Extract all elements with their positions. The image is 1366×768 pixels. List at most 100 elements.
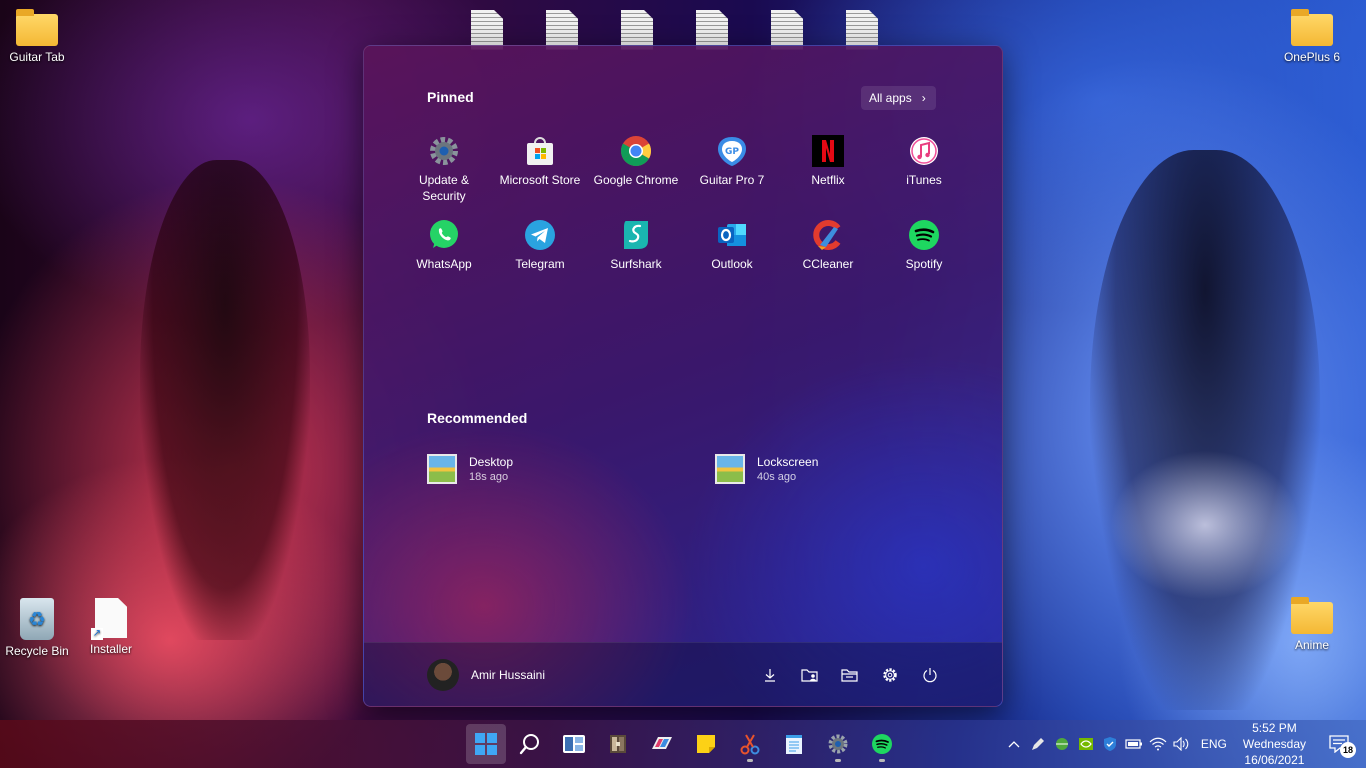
nvidia-icon[interactable] <box>1077 735 1095 753</box>
task-view-button[interactable] <box>554 724 594 764</box>
recommended-item-time: 40s ago <box>757 471 797 483</box>
settings-gear-icon[interactable] <box>880 665 900 685</box>
chevron-right-icon: › <box>921 91 926 105</box>
archive-app-icon <box>610 735 626 753</box>
spotify-icon <box>872 734 892 754</box>
desktop-icon-guitar-tab[interactable]: Guitar Tab <box>0 9 77 64</box>
desktop-text-file-icon[interactable] <box>822 10 902 50</box>
itunes-icon <box>907 134 941 168</box>
desktop-text-file-icon[interactable] <box>672 10 752 50</box>
start-button[interactable] <box>466 724 506 764</box>
pinned-app-whatsapp[interactable]: WhatsApp <box>396 218 492 290</box>
user-folder-icon[interactable] <box>800 665 820 685</box>
running-indicator <box>879 759 885 762</box>
taskbar-app-archive[interactable] <box>598 724 638 764</box>
clock[interactable]: 5:52 PM Wednesday 16/06/2021 <box>1243 720 1306 768</box>
pinned-app-outlook[interactable]: Outlook <box>684 218 780 290</box>
pinned-app-guitar-pro-7[interactable]: GP Guitar Pro 7 <box>684 134 780 206</box>
desktop-icon-recycle-bin[interactable]: ♻ Recycle Bin <box>0 598 77 658</box>
wifi-icon[interactable] <box>1149 735 1167 753</box>
taskbar: ENG 5:52 PM Wednesday 16/06/2021 18 <box>0 720 1366 768</box>
search-icon <box>519 734 539 755</box>
desktop-text-file-icon[interactable] <box>522 10 602 50</box>
folder-icon <box>16 9 58 46</box>
pinned-app-label: Google Chrome <box>593 173 679 187</box>
desktop-icon-anime[interactable]: Anime <box>1272 597 1352 652</box>
clock-time: 5:52 PM <box>1252 721 1297 735</box>
pinned-app-label: WhatsApp <box>416 257 472 271</box>
pinned-app-microsoft-store[interactable]: Microsoft Store <box>492 134 588 206</box>
recycle-bin-icon: ♻ <box>20 598 54 640</box>
input-language[interactable]: ENG <box>1201 737 1227 751</box>
pinned-app-label: CCleaner <box>802 257 854 271</box>
wallpaper-apron <box>1110 450 1300 600</box>
pinned-app-update-security[interactable]: Update & Security <box>396 134 492 206</box>
volume-icon[interactable] <box>1173 735 1191 753</box>
battery-icon[interactable] <box>1125 735 1143 753</box>
notification-center-button[interactable]: 18 <box>1326 732 1356 758</box>
desktop-icon-label: Guitar Tab <box>9 50 65 64</box>
pinned-app-label: Microsoft Store <box>499 173 581 187</box>
pinned-app-label: Guitar Pro 7 <box>699 173 765 187</box>
pinned-app-label: Surfshark <box>610 257 662 271</box>
pinned-apps-grid: Update & Security Microsoft Store Google… <box>396 134 972 290</box>
user-account-button[interactable]: Amir Hussaini <box>427 658 545 691</box>
desktop-icon-label: OnePlus 6 <box>1283 50 1341 64</box>
file-explorer-icon[interactable] <box>840 665 860 685</box>
recommended-title: Recommended <box>427 410 528 426</box>
pinned-app-telegram[interactable]: Telegram <box>492 218 588 290</box>
shortcut-arrow-icon: ↗ <box>91 628 103 640</box>
taskbar-app-settings[interactable] <box>818 724 858 764</box>
downloads-icon[interactable] <box>760 665 780 685</box>
all-apps-button[interactable]: All apps › <box>861 86 936 110</box>
pinned-app-ccleaner[interactable]: CCleaner <box>780 218 876 290</box>
desktop-icon-label: Recycle Bin <box>5 644 69 658</box>
pinned-app-label: Netflix <box>811 173 845 187</box>
chevron-up-icon[interactable] <box>1005 735 1023 753</box>
scissors-icon <box>740 734 760 755</box>
desktop-text-file-icon[interactable] <box>597 10 677 50</box>
running-indicator <box>835 759 841 762</box>
text-file-icon <box>621 10 653 50</box>
taskbar-app-spotify[interactable] <box>862 724 902 764</box>
text-file-icon <box>846 10 878 50</box>
recommended-item-desktop[interactable]: Desktop 18s ago <box>427 454 513 484</box>
vpn-icon[interactable] <box>1053 735 1071 753</box>
taskbar-pinned-apps <box>466 724 902 764</box>
recommended-item-time: 18s ago <box>469 471 509 483</box>
netflix-icon <box>811 134 845 168</box>
pinned-app-spotify[interactable]: Spotify <box>876 218 972 290</box>
taskbar-app-snipping-tool[interactable] <box>730 724 770 764</box>
wallpaper-figure-left <box>140 160 310 640</box>
pinned-app-google-chrome[interactable]: Google Chrome <box>588 134 684 206</box>
pinned-app-label: Outlook <box>711 257 753 271</box>
security-shield-icon[interactable] <box>1101 735 1119 753</box>
taskbar-app-color-picker[interactable] <box>642 724 682 764</box>
desktop-text-file-icon[interactable] <box>747 10 827 50</box>
color-app-icon <box>652 737 672 749</box>
taskbar-app-sticky-notes[interactable] <box>686 724 726 764</box>
recommended-item-lockscreen[interactable]: Lockscreen 40s ago <box>715 454 818 484</box>
sticky-notes-icon <box>697 735 715 753</box>
surfshark-icon <box>619 218 653 252</box>
pinned-title: Pinned <box>427 89 474 105</box>
all-apps-label: All apps <box>869 91 912 105</box>
text-file-icon <box>771 10 803 50</box>
search-button[interactable] <box>510 724 550 764</box>
start-menu-footer: Amir Hussaini <box>364 642 1002 706</box>
recommended-item-name: Lockscreen <box>757 455 819 469</box>
desktop-icon-installer[interactable]: ↗ Installer <box>71 598 151 656</box>
store-icon <box>523 134 557 168</box>
taskbar-app-notepad[interactable] <box>774 724 814 764</box>
power-icon[interactable] <box>920 665 940 685</box>
desktop-icon-oneplus-6[interactable]: OnePlus 6 <box>1272 9 1352 64</box>
notification-count-badge: 18 <box>1340 742 1356 758</box>
pinned-app-surfshark[interactable]: Surfshark <box>588 218 684 290</box>
pinned-app-netflix[interactable]: Netflix <box>780 134 876 206</box>
image-file-icon <box>427 454 457 484</box>
desktop-text-file-icon[interactable] <box>447 10 527 50</box>
image-file-icon <box>715 454 745 484</box>
pen-icon[interactable] <box>1029 735 1047 753</box>
guitar-pro-icon: GP <box>715 134 749 168</box>
pinned-app-itunes[interactable]: iTunes <box>876 134 972 206</box>
